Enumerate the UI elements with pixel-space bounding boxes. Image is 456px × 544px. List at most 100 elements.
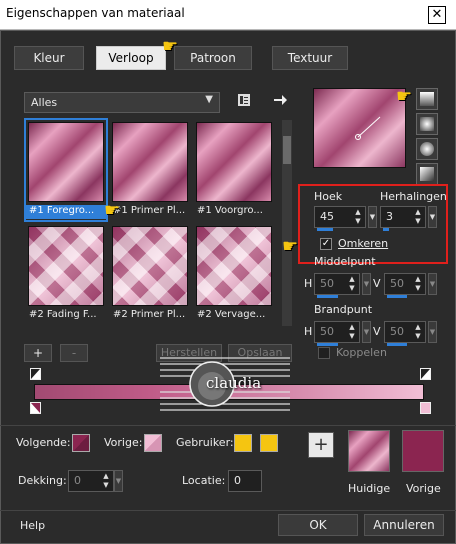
current-label: Huidige (348, 482, 391, 495)
color-stop-marker[interactable] (30, 402, 41, 414)
center-h-spinner[interactable]: 50 ▲ ▼ (314, 273, 360, 298)
spin-arrows-icon[interactable]: ▲ ▼ (413, 275, 423, 293)
library-icon[interactable] (236, 92, 252, 108)
link-checkbox[interactable] (318, 347, 330, 359)
angle-slider[interactable] (317, 228, 333, 231)
add-swatch-button[interactable]: + (308, 432, 334, 458)
prev-color-swatch[interactable] (144, 434, 162, 452)
focal-h-spinner[interactable]: 50 ▲ ▼ (314, 321, 360, 346)
invert-checkbox[interactable]: ✓ (320, 238, 332, 250)
ok-button[interactable]: OK (278, 514, 358, 536)
tab-patroon[interactable]: Patroon (174, 46, 252, 70)
spin-arrows-icon[interactable]: ▲ ▼ (413, 323, 423, 341)
add-stop-button[interactable]: + (24, 344, 52, 362)
divider (0, 510, 456, 511)
center-v-dropdown[interactable]: ▼ (428, 273, 437, 295)
center-v-value: 50 (390, 277, 404, 290)
focal-v-dropdown[interactable]: ▼ (428, 321, 437, 343)
repeats-spinner[interactable]: 3 ▲ ▼ (380, 206, 426, 231)
focal-h-dropdown[interactable]: ▼ (362, 321, 371, 343)
color-stop-marker[interactable] (420, 402, 431, 414)
gradient-preview (196, 226, 272, 306)
cancel-button[interactable]: Annuleren (364, 514, 444, 536)
link-label: Koppelen (336, 346, 387, 359)
focal-h-slider[interactable] (317, 343, 338, 346)
gradient-preview (112, 122, 188, 202)
style-rectangular-button[interactable] (416, 113, 438, 135)
repeats-value: 3 (386, 210, 393, 223)
spin-arrows-icon[interactable]: ▲ ▼ (347, 275, 357, 293)
category-select[interactable]: Alles ▼ (24, 92, 220, 113)
style-radial-button[interactable] (416, 138, 438, 160)
watermark-text: claudia (206, 374, 262, 392)
remove-stop-button[interactable]: - (60, 344, 88, 362)
gradient-preview-large (313, 88, 406, 168)
focal-v-spinner[interactable]: 50 ▲ ▼ (384, 321, 426, 346)
gradient-thumb[interactable]: #2 Primer Pl... (110, 224, 190, 324)
center-v-slider[interactable] (387, 295, 407, 298)
center-h-slider[interactable] (317, 295, 338, 298)
close-button[interactable]: ✕ (428, 6, 446, 24)
gradient-thumb[interactable]: #2 Fading F... (26, 224, 106, 324)
thumbnail-scrollbar[interactable] (282, 120, 292, 326)
repeats-label: Herhalingen (380, 190, 447, 203)
gradient-caption: #1 Foregro... (26, 205, 106, 219)
opacity-label: Dekking: (18, 474, 67, 487)
previous-label: Vorige (406, 482, 441, 495)
pointer-hand-icon: ☛ (396, 86, 413, 107)
style-linear-button[interactable] (416, 88, 438, 110)
arrow-right-icon[interactable] (272, 92, 288, 108)
focal-v-slider[interactable] (387, 343, 407, 346)
location-value: 0 (234, 474, 241, 487)
user-color-swatch[interactable] (234, 434, 252, 452)
repeats-dropdown[interactable]: ▼ (428, 206, 437, 228)
scrollbar-thumb[interactable] (283, 136, 291, 164)
gradient-caption: #2 Primer Pl... (113, 309, 186, 320)
user-color-swatch-2[interactable] (260, 434, 278, 452)
midpoint-marker[interactable] (420, 368, 431, 380)
center-v-spinner[interactable]: 50 ▲ ▼ (384, 273, 426, 298)
divider (0, 425, 456, 426)
opacity-spinner[interactable]: 0 ▲ ▼ (68, 470, 114, 492)
spin-arrows-icon[interactable]: ▲ ▼ (347, 323, 357, 341)
angle-handle-icon[interactable] (314, 89, 405, 167)
angle-spinner[interactable]: 45 ▲ ▼ (314, 206, 366, 231)
gradient-caption: #1 Primer Pl... (113, 205, 186, 216)
pointer-hand-icon: ☛ (282, 236, 299, 257)
spin-arrows-icon[interactable]: ▲ ▼ (413, 208, 423, 226)
next-label: Volgende: (16, 436, 71, 449)
location-field[interactable]: 0 (228, 470, 262, 492)
pointer-hand-icon: ☛ (104, 200, 121, 221)
current-swatch[interactable] (348, 430, 390, 472)
gradient-preview (112, 226, 188, 306)
tab-kleur[interactable]: Kleur (14, 46, 84, 70)
focal-h-label: H (304, 325, 313, 338)
next-color-swatch[interactable] (72, 434, 90, 452)
center-h-dropdown[interactable]: ▼ (362, 273, 371, 295)
center-h-value: 50 (320, 277, 334, 290)
repeats-slider[interactable] (383, 228, 389, 231)
previous-swatch[interactable] (402, 430, 444, 472)
gradient-thumb[interactable]: #1 Voorgro... (194, 120, 274, 220)
gradient-caption: #2 Fading F... (29, 309, 97, 320)
gradient-thumb[interactable]: #1 Foregro... (24, 118, 108, 222)
gradient-preview (196, 122, 272, 202)
opacity-dropdown[interactable]: ▼ (114, 470, 123, 492)
window-title: Eigenschappen van materiaal (6, 6, 185, 20)
tab-textuur[interactable]: Textuur (272, 46, 348, 70)
focal-v-value: 50 (390, 325, 404, 338)
midpoint-marker[interactable] (30, 368, 41, 380)
gradient-thumb[interactable]: #2 Vervage... (194, 224, 274, 324)
gradient-thumb[interactable]: #1 Primer Pl... (110, 120, 190, 220)
opacity-value: 0 (74, 474, 81, 487)
style-sunburst-button[interactable] (416, 163, 438, 185)
focal-h-value: 50 (320, 325, 334, 338)
watermark-logo: claudia (160, 352, 290, 418)
spin-arrows-icon[interactable]: ▲ ▼ (101, 472, 111, 490)
help-link[interactable]: Help (20, 519, 45, 532)
tab-verloop[interactable]: Verloop (96, 46, 166, 70)
angle-dropdown[interactable]: ▼ (368, 206, 377, 228)
angle-label: Hoek (314, 190, 343, 203)
spin-arrows-icon[interactable]: ▲ ▼ (353, 208, 363, 226)
invert-label: Omkeren (338, 237, 389, 250)
